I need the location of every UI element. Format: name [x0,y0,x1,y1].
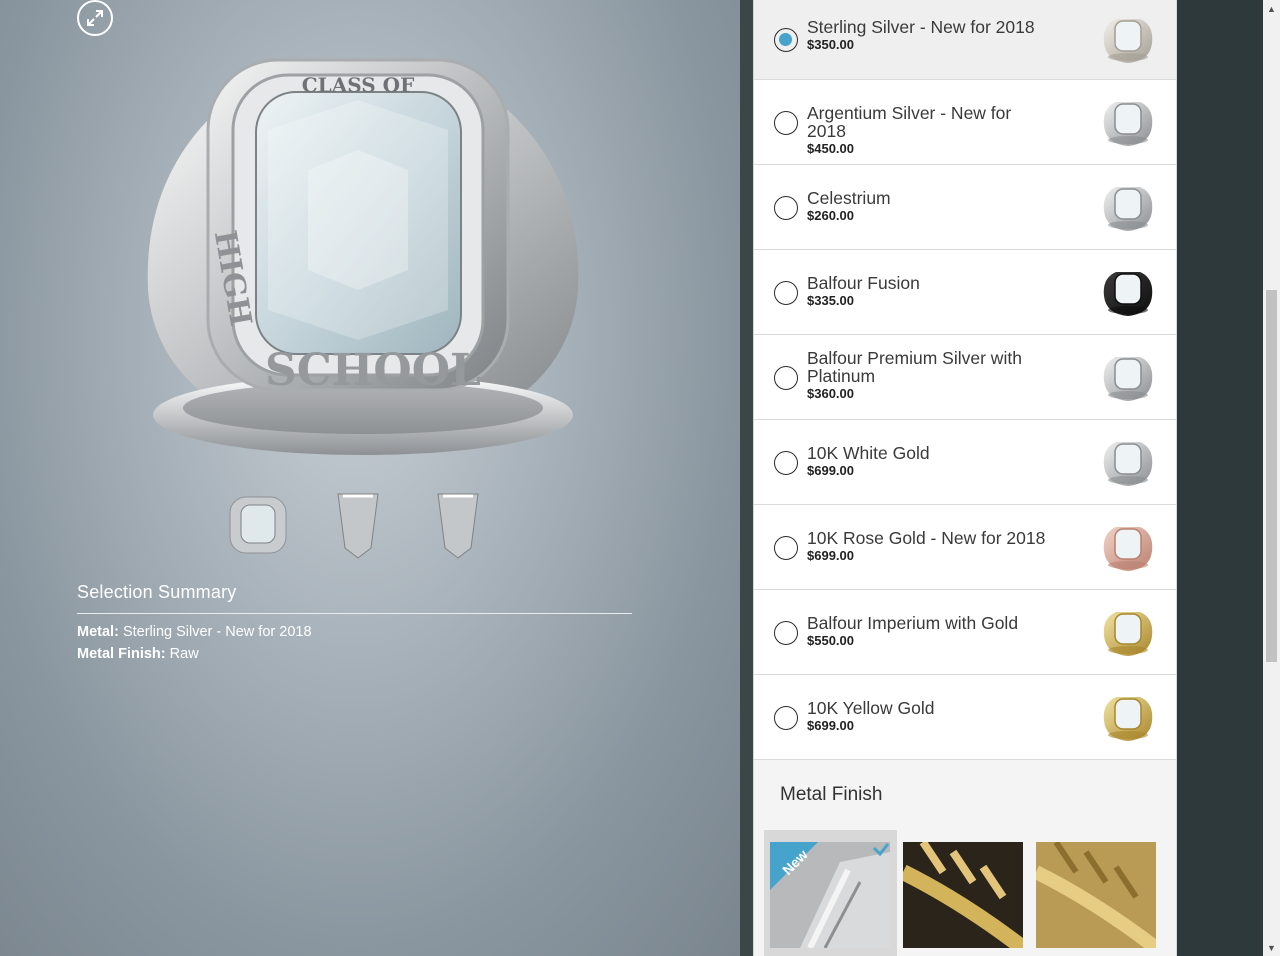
metal-ring-image [1103,187,1153,231]
metal-radio[interactable] [774,28,798,52]
metal-option[interactable]: Balfour Fusion $335.00 [754,250,1176,335]
summary-metal-finish: Metal Finish: Raw [77,646,199,662]
metal-finish-title: Metal Finish [780,784,883,805]
metal-options-list: Sterling Silver - New for 2018 $350.00 A… [754,0,1176,760]
metal-option[interactable]: 10K Yellow Gold $699.00 [754,675,1176,760]
metal-ring-image [1103,442,1153,486]
metal-name: Balfour Imperium with Gold [807,613,1019,633]
metal-options-panel: Sterling Silver - New for 2018 $350.00 A… [753,0,1177,956]
page-scrollbar[interactable]: ▲ ▼ [1263,0,1280,956]
metal-price: $450.00 [807,141,854,156]
metal-option[interactable]: Argentium Silver - New for 2018 $450.00 [754,80,1176,165]
metal-option[interactable]: Balfour Imperium with Gold $550.00 [754,590,1176,675]
metal-name: Celestrium [807,188,891,208]
metal-price: $335.00 [807,293,854,308]
metal-price: $699.00 [807,548,854,563]
metal-ring-image [1103,102,1153,146]
ring-thumbnails [222,488,494,560]
summary-title: Selection Summary [77,582,632,614]
metal-radio[interactable] [774,111,798,135]
metal-ring-image [1103,19,1153,63]
thumbnail-front[interactable] [222,488,294,560]
metal-ring-image [1103,697,1153,741]
expand-view-button[interactable] [77,0,113,36]
metal-price: $699.00 [807,718,854,733]
scroll-down-icon[interactable]: ▼ [1263,939,1280,956]
thumbnail-side-right[interactable] [422,488,494,560]
scrollbar-thumb[interactable] [1266,290,1277,662]
metal-option[interactable]: 10K Rose Gold - New for 2018 $699.00 [754,505,1176,590]
expand-arrows-icon [87,10,103,26]
metal-ring-image [1103,527,1153,571]
metal-option[interactable]: Celestrium $260.00 [754,165,1176,250]
metal-radio[interactable] [774,196,798,220]
metal-radio[interactable] [774,706,798,730]
metal-name: 10K Yellow Gold [807,698,935,718]
selection-summary: Selection Summary Metal: Sterling Silver… [77,582,632,662]
summary-metal: Metal: Sterling Silver - New for 2018 [77,624,312,640]
metal-price: $360.00 [807,386,854,401]
metal-price: $550.00 [807,633,854,648]
metal-price: $350.00 [807,37,854,52]
metal-name: 10K Rose Gold - New for 2018 [807,528,1046,548]
metal-radio[interactable] [774,281,798,305]
thumbnail-side-left[interactable] [322,488,394,560]
metal-radio[interactable] [774,366,798,390]
ring-preview-panel: CLASS OF HIGH SCHOOL Selection Summary M… [0,0,740,956]
metal-option[interactable]: Sterling Silver - New for 2018 $350.00 [754,0,1176,80]
metal-ring-image [1103,272,1153,316]
finish-swatch-antique[interactable] [903,842,1023,948]
metal-radio[interactable] [774,451,798,475]
metal-option[interactable]: 10K White Gold $699.00 [754,420,1176,505]
metal-radio[interactable] [774,621,798,645]
metal-name: Sterling Silver - New for 2018 [807,17,1035,37]
ring-top-text: CLASS OF [302,73,415,97]
scroll-up-icon[interactable]: ▲ [1263,0,1280,17]
ring-main-image: CLASS OF HIGH SCHOOL [147,58,579,455]
metal-ring-image [1103,357,1153,401]
metal-name: Argentium Silver - New for 2018 [807,103,1012,141]
metal-price: $699.00 [807,463,854,478]
finish-swatch-raw[interactable]: New [770,842,890,948]
metal-radio[interactable] [774,536,798,560]
metal-option[interactable]: Balfour Premium Silver with Platinum $36… [754,335,1176,420]
metal-name: 10K White Gold [807,443,930,463]
ring-bottom-text: SCHOOL [265,345,481,396]
metal-ring-image [1103,612,1153,656]
finish-swatch-gold[interactable] [1036,842,1156,948]
metal-name: Balfour Premium Silver with Platinum [807,348,1022,386]
metal-name: Balfour Fusion [807,273,920,293]
metal-price: $260.00 [807,208,854,223]
